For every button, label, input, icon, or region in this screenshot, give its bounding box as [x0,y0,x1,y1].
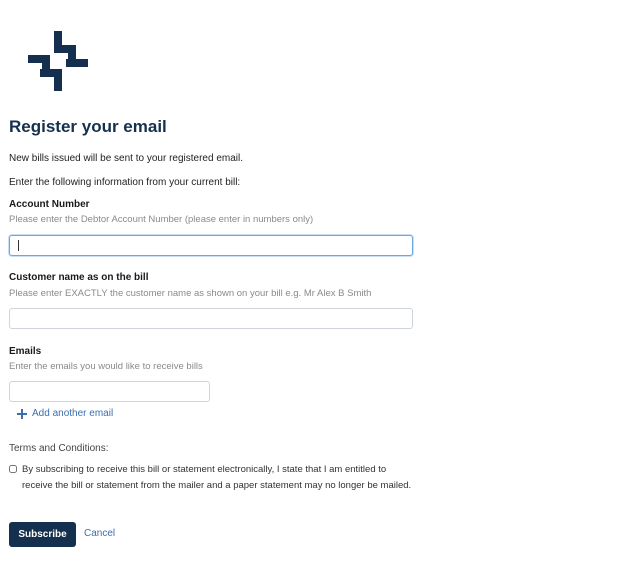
terms-heading: Terms and Conditions: [9,443,109,454]
page-title: Register your email [9,117,167,136]
cancel-link[interactable]: Cancel [84,528,115,539]
add-another-email-link[interactable]: Add another email [17,408,113,419]
intro-text: New bills issued will be sent to your re… [9,153,243,164]
customer-name-label: Customer name as on the bill [9,272,149,283]
subscribe-button[interactable]: Subscribe [9,522,76,547]
instruction-text: Enter the following information from you… [9,177,241,188]
account-number-hint: Please enter the Debtor Account Number (… [9,214,314,225]
emails-label: Emails [9,346,42,357]
account-number-input[interactable] [9,235,413,256]
emails-hint: Enter the emails you would like to recei… [9,361,203,372]
terms-text: By subscribing to receive this bill or s… [22,464,412,491]
customer-name-input[interactable] [9,308,413,329]
terms-checkbox[interactable] [9,465,17,473]
account-number-label: Account Number [9,199,90,210]
plus-icon [17,408,27,419]
customer-name-hint: Please enter EXACTLY the customer name a… [9,288,372,299]
add-another-email-label: Add another email [32,408,114,419]
brand-logo-icon [28,31,88,91]
email-input[interactable] [9,381,210,402]
text-caret [18,240,19,251]
